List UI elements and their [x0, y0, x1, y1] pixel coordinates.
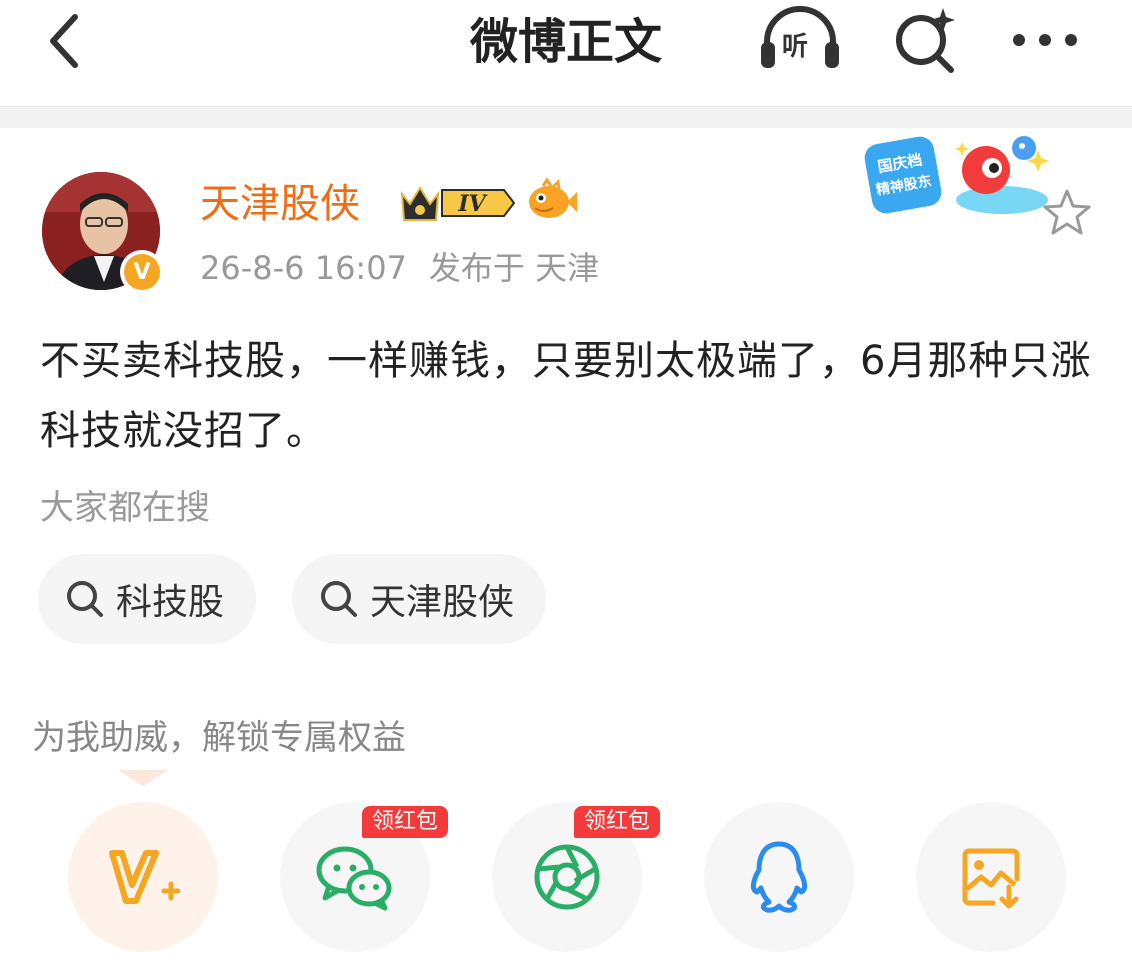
vplus-support-button[interactable]	[68, 802, 218, 952]
author-name[interactable]: 天津股侠	[200, 178, 360, 230]
section-divider	[0, 106, 1132, 128]
verified-badge: V	[120, 250, 164, 294]
post-body-text: 不买卖科技股，一样赚钱，只要别太极端了，6月那种只涨科技就没招了。	[40, 338, 1092, 454]
wechat-icon	[316, 846, 392, 911]
search-icon	[67, 581, 103, 617]
support-prompt-label: 为我助威，解锁专属权益	[32, 718, 406, 758]
pufferfish-icon	[529, 178, 577, 218]
search-button[interactable]	[880, 0, 970, 80]
level-badge-text: IV	[457, 191, 487, 217]
search-chip-author[interactable]: 天津股侠	[292, 554, 547, 644]
search-chip-label: 科技股	[116, 582, 225, 623]
top-bar: 微博正文 听	[0, 0, 1132, 106]
search-chip-label: 天津股侠	[370, 582, 515, 623]
more-button[interactable]	[1000, 0, 1090, 80]
save-image-icon	[962, 848, 1020, 909]
share-qq-button[interactable]	[704, 802, 854, 952]
listen-label: 听	[782, 32, 809, 62]
post-timestamp: 26-8-6 16:07	[200, 249, 407, 287]
tooltip-pointer	[118, 770, 168, 786]
more-dots-icon	[1013, 34, 1077, 46]
save-image-button[interactable]	[916, 802, 1066, 952]
star-outline-icon[interactable]	[1040, 186, 1094, 240]
vplus-icon	[109, 850, 180, 904]
search-chip-keji[interactable]: 科技股	[38, 554, 257, 644]
trending-search-label: 大家都在搜	[40, 488, 210, 528]
post-meta: 26-8-6 16:07 发布于 天津	[200, 246, 599, 290]
search-icon	[321, 581, 357, 617]
listen-button[interactable]: 听	[755, 0, 845, 80]
national-day-promo-icon[interactable]: 国庆档 精神股东	[862, 130, 1052, 222]
qq-penguin-icon	[750, 841, 808, 913]
search-sparkle-icon	[896, 8, 955, 73]
post-location: 发布于 天津	[428, 249, 600, 287]
moments-aperture-icon	[534, 844, 600, 910]
crown-level-badge-icon[interactable]: IV	[398, 180, 518, 226]
verified-v-icon: V	[124, 254, 160, 290]
red-packet-badge[interactable]: 领红包	[574, 806, 661, 838]
red-packet-badge[interactable]: 领红包	[362, 806, 449, 838]
